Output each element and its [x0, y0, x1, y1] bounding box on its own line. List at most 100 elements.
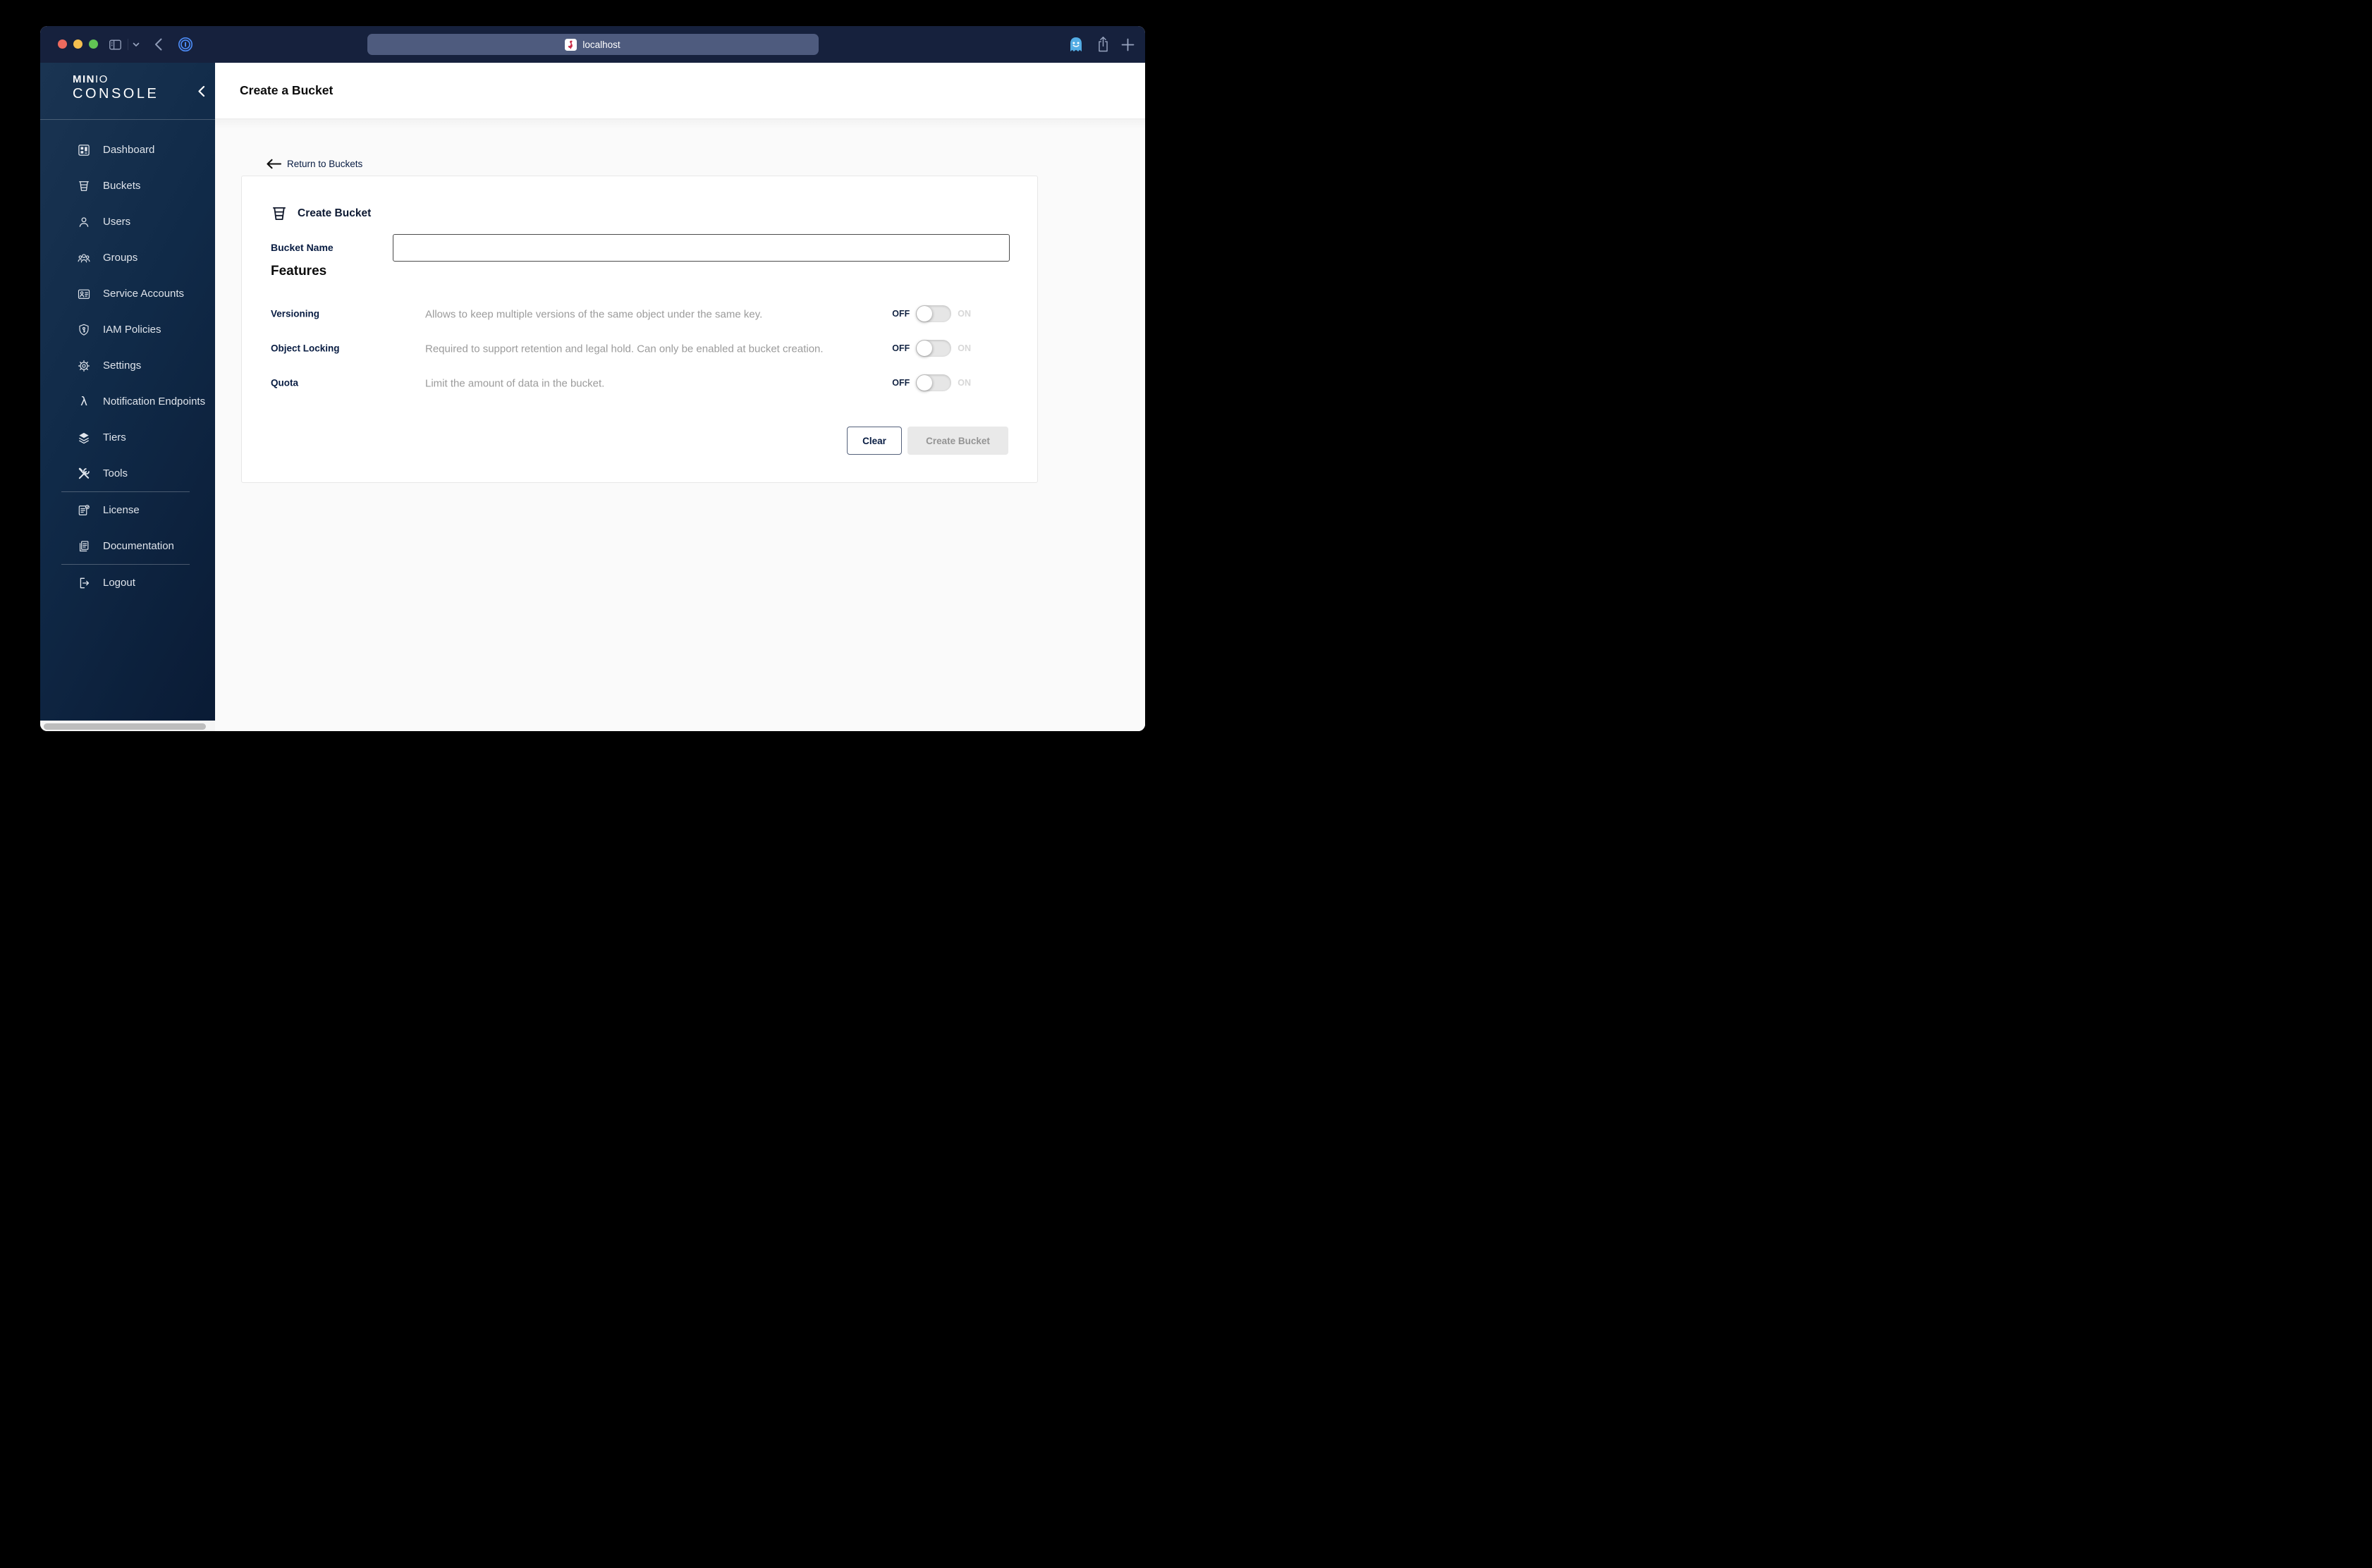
sidebar-item-iam-policies[interactable]: IAM Policies: [40, 312, 215, 348]
sidebar-item-label: Groups: [103, 252, 138, 264]
sidebar-nav: Dashboard Buckets Users Groups Service A…: [40, 120, 215, 601]
toggle-off-label: OFF: [892, 343, 910, 353]
feature-description: Required to support retention and legal …: [425, 343, 824, 355]
page-content: Return to Buckets Create Bucket Bucket N…: [215, 119, 1145, 731]
sidebar-item-label: IAM Policies: [103, 324, 161, 336]
toggle-on-label: ON: [958, 343, 971, 353]
sidebar-item-label: Settings: [103, 360, 142, 372]
toggle-knob: [917, 305, 933, 321]
buckets-icon: [77, 179, 91, 193]
sidebar-item-settings[interactable]: Settings: [40, 348, 215, 384]
logo-brand-bold: MIN: [73, 73, 95, 85]
browser-titlebar: localhost: [40, 26, 1145, 63]
toggle-off-label: OFF: [892, 308, 910, 319]
chevron-down-icon[interactable]: [133, 26, 140, 63]
sidebar-item-label: Dashboard: [103, 144, 155, 156]
minimize-window-button[interactable]: [73, 39, 82, 49]
sidebar-item-notification-endpoints[interactable]: λ Notification Endpoints: [40, 384, 215, 419]
back-link-label: Return to Buckets: [287, 159, 363, 169]
card-actions: Clear Create Bucket: [847, 427, 1008, 455]
toggle-off-label: OFF: [892, 377, 910, 388]
sidebar-item-label: Tools: [103, 467, 128, 479]
sidebar-item-label: Notification Endpoints: [103, 396, 206, 408]
quota-toggle[interactable]: OFF ON: [892, 374, 971, 391]
groups-icon: [77, 251, 91, 265]
browser-window: localhost MINIO CONSOLE Dashboard Bucket…: [40, 26, 1145, 731]
users-icon: [77, 215, 91, 229]
page-header: Create a Bucket: [215, 63, 1145, 119]
sidebar-item-label: Buckets: [103, 180, 141, 192]
onepassword-icon[interactable]: [178, 26, 193, 63]
tiers-icon: [77, 431, 91, 445]
license-icon: [77, 503, 91, 517]
logo-brand-light: IO: [95, 73, 109, 85]
dashboard-icon: [77, 143, 91, 157]
address-url: localhost: [582, 39, 620, 50]
sidebar-item-logout[interactable]: Logout: [40, 565, 215, 601]
features-list: Versioning Allows to keep multiple versi…: [242, 296, 1037, 400]
sidebar-item-label: Service Accounts: [103, 288, 185, 300]
toggle-on-label: ON: [958, 308, 971, 319]
sidebar-item-tools[interactable]: Tools: [40, 455, 215, 491]
sidebar-item-label: Tiers: [103, 431, 126, 443]
versioning-toggle-track[interactable]: [916, 305, 952, 322]
address-bar[interactable]: localhost: [367, 34, 819, 55]
sidebar-toggle-icon[interactable]: [108, 26, 123, 63]
feature-name: Versioning: [271, 308, 320, 319]
iam-policies-icon: [77, 323, 91, 337]
quota-toggle-track[interactable]: [916, 374, 952, 391]
feature-description: Allows to keep multiple versions of the …: [425, 308, 763, 321]
zoom-window-button[interactable]: [89, 39, 98, 49]
sidebar-item-buckets[interactable]: Buckets: [40, 168, 215, 204]
notification-endpoints-icon: λ: [77, 395, 91, 409]
sidebar-item-service-accounts[interactable]: Service Accounts: [40, 276, 215, 312]
return-to-buckets-link[interactable]: Return to Buckets: [266, 159, 362, 169]
sidebar-item-label: Users: [103, 216, 131, 228]
horizontal-scrollbar[interactable]: [44, 723, 206, 730]
sidebar-collapse-icon[interactable]: [197, 85, 205, 101]
sidebar-item-users[interactable]: Users: [40, 204, 215, 240]
minio-console-logo: MINIO CONSOLE: [73, 73, 159, 102]
close-window-button[interactable]: [58, 39, 67, 49]
main-area: Create a Bucket Return to Buckets Create…: [215, 63, 1145, 731]
svg-text:λ: λ: [80, 395, 87, 408]
bucket-name-input[interactable]: [393, 234, 1010, 262]
object-locking-toggle[interactable]: OFF ON: [892, 339, 971, 357]
versioning-toggle[interactable]: OFF ON: [892, 305, 971, 322]
clear-button[interactable]: Clear: [847, 427, 902, 455]
toggle-on-label: ON: [958, 377, 971, 388]
create-bucket-button[interactable]: Create Bucket: [907, 427, 1008, 455]
feature-row-versioning: Versioning Allows to keep multiple versi…: [242, 296, 1037, 331]
back-icon[interactable]: [154, 26, 162, 63]
toggle-knob: [917, 374, 933, 391]
feature-row-quota: Quota Limit the amount of data in the bu…: [242, 365, 1037, 400]
sidebar-item-documentation[interactable]: Documentation: [40, 528, 215, 564]
feature-name: Quota: [271, 377, 298, 388]
sidebar-item-groups[interactable]: Groups: [40, 240, 215, 276]
sidebar-item-dashboard[interactable]: Dashboard: [40, 132, 215, 168]
ghostery-icon[interactable]: [1069, 26, 1083, 63]
new-tab-icon[interactable]: [1121, 26, 1135, 63]
sidebar-item-label: License: [103, 504, 140, 516]
card-title: Create Bucket: [270, 204, 371, 223]
page-title: Create a Bucket: [240, 83, 334, 97]
feature-description: Limit the amount of data in the bucket.: [425, 377, 605, 390]
tools-icon: [77, 467, 91, 481]
bucket-name-label: Bucket Name: [271, 242, 334, 253]
settings-icon: [77, 359, 91, 373]
sidebar-item-tiers[interactable]: Tiers: [40, 419, 215, 455]
sidebar-scroll-strip: [40, 721, 215, 731]
documentation-icon: [77, 539, 91, 553]
sidebar-item-license[interactable]: License: [40, 492, 215, 528]
share-icon[interactable]: [1096, 26, 1110, 63]
back-arrow-icon: [266, 159, 282, 169]
site-favicon: [565, 38, 577, 51]
features-heading: Features: [271, 264, 327, 278]
sidebar-item-label: Logout: [103, 577, 135, 589]
logo-product: CONSOLE: [73, 86, 159, 102]
service-accounts-icon: [77, 287, 91, 301]
card-title-label: Create Bucket: [298, 207, 372, 219]
create-bucket-card: Create Bucket Bucket Name Features Versi…: [241, 176, 1038, 483]
sidebar: MINIO CONSOLE Dashboard Buckets Users Gr…: [40, 63, 215, 721]
object-locking-toggle-track[interactable]: [916, 339, 952, 357]
